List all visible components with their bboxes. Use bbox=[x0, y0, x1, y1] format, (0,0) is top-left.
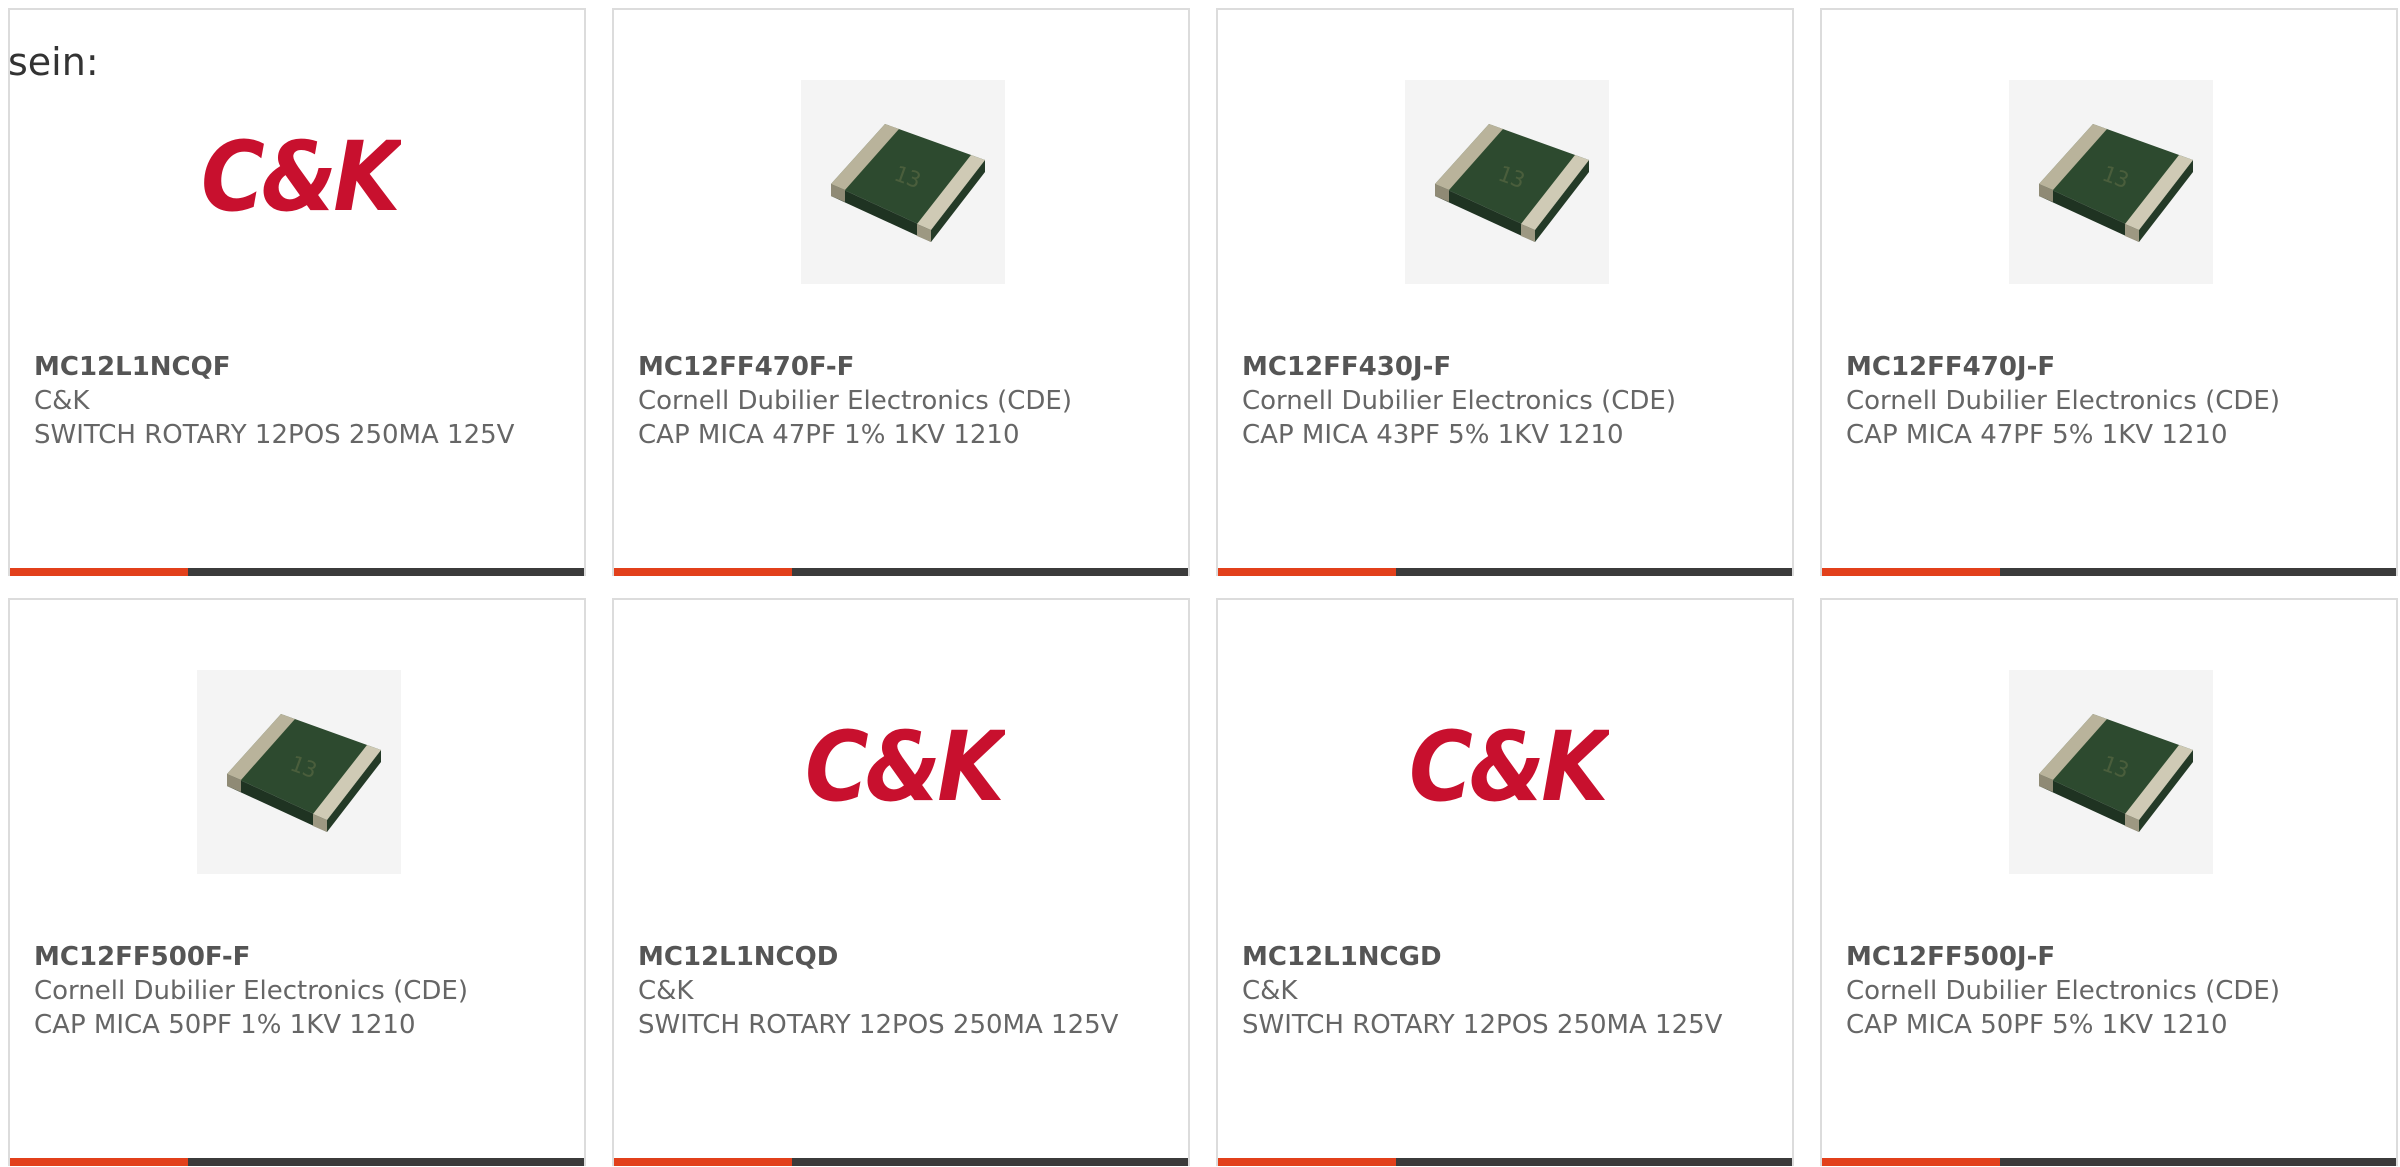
card-bottom-bar bbox=[1218, 568, 1792, 576]
product-card[interactable]: 13 MC12FF500J-F Cornell Dubilier Electro… bbox=[1820, 598, 2398, 1166]
product-info: MC12L1NCQF C&K SWITCH ROTARY 12POS 250MA… bbox=[34, 350, 534, 452]
product-image[interactable]: C&K bbox=[1405, 670, 1609, 874]
card-accent-bar bbox=[614, 568, 792, 576]
card-accent-bar bbox=[10, 568, 188, 576]
ck-logo-icon: C&K bbox=[1409, 712, 1609, 823]
manufacturer-name: Cornell Dubilier Electronics (CDE) bbox=[1846, 976, 2280, 1006]
part-number-link[interactable]: MC12FF500F-F bbox=[34, 940, 534, 974]
part-number-link[interactable]: MC12L1NCQD bbox=[638, 940, 1138, 974]
product-info: MC12FF470J-F Cornell Dubilier Electronic… bbox=[1846, 350, 2346, 452]
product-card[interactable]: 13 MC12FF470J-F Cornell Dubilier Electro… bbox=[1820, 8, 2398, 576]
product-info: MC12L1NCQD C&K SWITCH ROTARY 12POS 250MA… bbox=[638, 940, 1138, 1042]
card-accent-bar bbox=[1822, 568, 2000, 576]
svg-text:C&K: C&K bbox=[201, 122, 401, 233]
product-image[interactable]: 13 bbox=[801, 80, 1005, 284]
product-image[interactable]: C&K bbox=[197, 80, 401, 284]
manufacturer-name: C&K bbox=[638, 976, 694, 1006]
manufacturer-name: Cornell Dubilier Electronics (CDE) bbox=[1846, 386, 2280, 416]
product-description: SWITCH ROTARY 12POS 250MA 125V bbox=[638, 1010, 1119, 1040]
product-card[interactable]: C&K MC12L1NCQF C&K SWITCH ROTARY 12POS 2… bbox=[8, 8, 586, 576]
card-bottom-bar bbox=[1822, 568, 2396, 576]
manufacturer-name: Cornell Dubilier Electronics (CDE) bbox=[1242, 386, 1676, 416]
part-number-link[interactable]: MC12L1NCQF bbox=[34, 350, 534, 384]
product-card[interactable]: C&K MC12L1NCQD C&K SWITCH ROTARY 12POS 2… bbox=[612, 598, 1190, 1166]
part-number-link[interactable]: MC12FF470F-F bbox=[638, 350, 1138, 384]
card-bottom-bar bbox=[1218, 1158, 1792, 1166]
product-image[interactable]: 13 bbox=[2009, 670, 2213, 874]
ck-logo-icon: C&K bbox=[805, 712, 1005, 823]
product-image[interactable]: 13 bbox=[1405, 80, 1609, 284]
card-accent-bar bbox=[614, 1158, 792, 1166]
svg-text:C&K: C&K bbox=[1409, 712, 1609, 823]
product-card[interactable]: C&K MC12L1NCGD C&K SWITCH ROTARY 12POS 2… bbox=[1216, 598, 1794, 1166]
manufacturer-name: C&K bbox=[1242, 976, 1298, 1006]
manufacturer-name: Cornell Dubilier Electronics (CDE) bbox=[638, 386, 1072, 416]
product-info: MC12L1NCGD C&K SWITCH ROTARY 12POS 250MA… bbox=[1242, 940, 1742, 1042]
part-number-link[interactable]: MC12L1NCGD bbox=[1242, 940, 1742, 974]
mica-capacitor-icon: 13 bbox=[197, 670, 401, 874]
card-bottom-bar bbox=[10, 1158, 584, 1166]
product-grid: C&K MC12L1NCQF C&K SWITCH ROTARY 12POS 2… bbox=[8, 8, 2400, 1166]
product-description: CAP MICA 47PF 5% 1KV 1210 bbox=[1846, 420, 2228, 450]
card-bottom-bar bbox=[1822, 1158, 2396, 1166]
card-bottom-bar bbox=[614, 568, 1188, 576]
mica-capacitor-icon: 13 bbox=[1405, 80, 1609, 284]
product-description: CAP MICA 50PF 5% 1KV 1210 bbox=[1846, 1010, 2228, 1040]
card-accent-bar bbox=[1822, 1158, 2000, 1166]
product-info: MC12FF500J-F Cornell Dubilier Electronic… bbox=[1846, 940, 2346, 1042]
product-image[interactable]: 13 bbox=[2009, 80, 2213, 284]
product-image[interactable]: C&K bbox=[801, 670, 1005, 874]
intro-text: sein: bbox=[8, 40, 99, 84]
product-info: MC12FF500F-F Cornell Dubilier Electronic… bbox=[34, 940, 534, 1042]
part-number-link[interactable]: MC12FF430J-F bbox=[1242, 350, 1742, 384]
part-number-link[interactable]: MC12FF470J-F bbox=[1846, 350, 2346, 384]
card-bottom-bar bbox=[614, 1158, 1188, 1166]
mica-capacitor-icon: 13 bbox=[2009, 670, 2213, 874]
mica-capacitor-icon: 13 bbox=[801, 80, 1005, 284]
product-image[interactable]: 13 bbox=[197, 670, 401, 874]
product-info: MC12FF430J-F Cornell Dubilier Electronic… bbox=[1242, 350, 1742, 452]
product-description: CAP MICA 43PF 5% 1KV 1210 bbox=[1242, 420, 1624, 450]
product-card[interactable]: 13 MC12FF430J-F Cornell Dubilier Electro… bbox=[1216, 8, 1794, 576]
svg-text:C&K: C&K bbox=[805, 712, 1005, 823]
card-bottom-bar bbox=[10, 568, 584, 576]
ck-logo-icon: C&K bbox=[201, 122, 401, 233]
product-description: CAP MICA 50PF 1% 1KV 1210 bbox=[34, 1010, 416, 1040]
card-accent-bar bbox=[1218, 568, 1396, 576]
product-info: MC12FF470F-F Cornell Dubilier Electronic… bbox=[638, 350, 1138, 452]
card-accent-bar bbox=[10, 1158, 188, 1166]
part-number-link[interactable]: MC12FF500J-F bbox=[1846, 940, 2346, 974]
product-description: CAP MICA 47PF 1% 1KV 1210 bbox=[638, 420, 1020, 450]
product-listing-page: sein: C&K MC12L1NCQF C&K SWITCH ROTARY 1… bbox=[0, 0, 2400, 1167]
product-description: SWITCH ROTARY 12POS 250MA 125V bbox=[34, 420, 515, 450]
manufacturer-name: C&K bbox=[34, 386, 90, 416]
product-card[interactable]: 13 MC12FF500F-F Cornell Dubilier Electro… bbox=[8, 598, 586, 1166]
product-card[interactable]: 13 MC12FF470F-F Cornell Dubilier Electro… bbox=[612, 8, 1190, 576]
mica-capacitor-icon: 13 bbox=[2009, 80, 2213, 284]
manufacturer-name: Cornell Dubilier Electronics (CDE) bbox=[34, 976, 468, 1006]
card-accent-bar bbox=[1218, 1158, 1396, 1166]
product-description: SWITCH ROTARY 12POS 250MA 125V bbox=[1242, 1010, 1723, 1040]
